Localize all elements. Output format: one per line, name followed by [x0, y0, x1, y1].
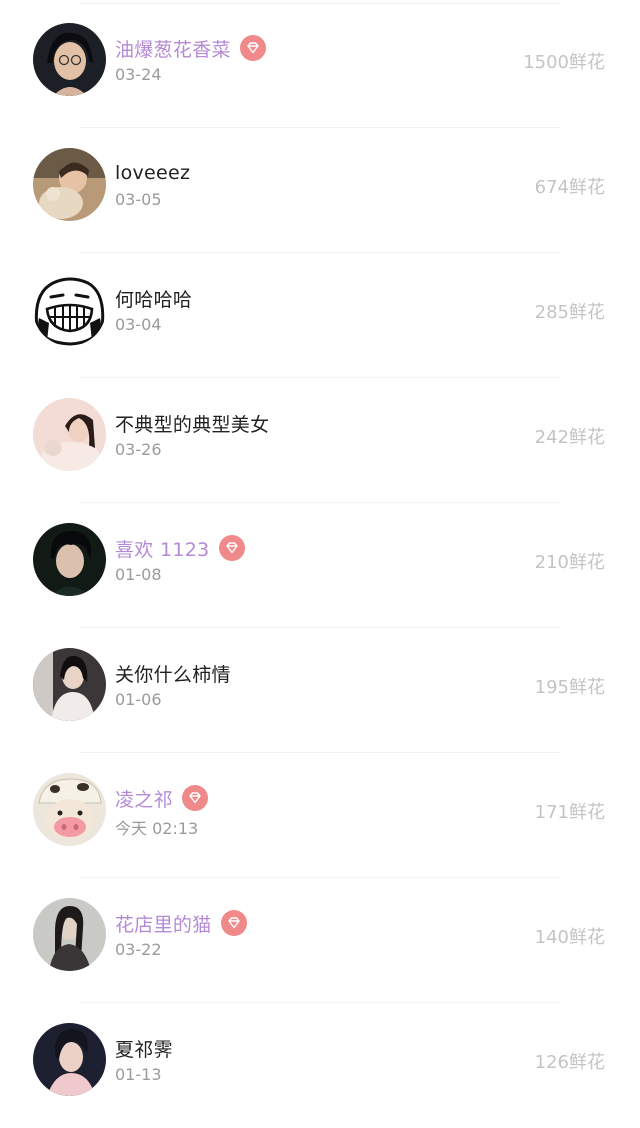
vip-diamond-icon [181, 785, 208, 811]
gift-date: 03-22 [115, 940, 162, 959]
flower-unit: 鲜花 [569, 52, 605, 73]
name-line: 花店里的猫 [115, 908, 247, 938]
name-line: 何哈哈哈 [115, 283, 192, 313]
flower-count-value: 285 [534, 302, 569, 323]
vip-diamond-icon [239, 35, 266, 61]
flower-unit: 鲜花 [569, 302, 605, 323]
avatar-photo-man-dark [33, 523, 106, 596]
gift-date: 今天 02:13 [115, 819, 199, 838]
flower-count: 210鲜花 [535, 548, 605, 574]
flower-unit: 鲜花 [569, 427, 605, 448]
avatar-photo-woman-gray [33, 898, 106, 971]
flower-unit: 鲜花 [569, 677, 605, 698]
avatar[interactable] [33, 398, 106, 471]
list-item[interactable]: 关你什么柿情 01-06 195鲜花 [0, 628, 640, 753]
user-name[interactable]: 关你什么柿情 [115, 660, 231, 687]
avatar-photo-woman-pink [33, 398, 106, 471]
list-item[interactable]: 油爆葱花香菜 03-24 1500鲜花 [0, 3, 640, 128]
vip-diamond-icon [218, 535, 245, 561]
user-name[interactable]: 花店里的猫 [115, 910, 212, 937]
avatar-cartoon-pig-hat [33, 773, 106, 846]
name-line: 油爆葱花香菜 [115, 33, 266, 63]
gift-date: 01-06 [115, 690, 162, 709]
list-item[interactable]: 夏祁霁 01-13 126鲜花 [0, 1003, 640, 1128]
flower-count-value: 140 [534, 927, 569, 948]
flower-unit: 鲜花 [569, 1052, 605, 1073]
flower-count-value: 674 [534, 177, 569, 198]
name-line: 夏祁霁 [115, 1033, 173, 1063]
avatar[interactable] [33, 523, 106, 596]
flower-count-value: 1500 [523, 52, 569, 73]
user-name[interactable]: 何哈哈哈 [115, 285, 192, 312]
avatar[interactable] [33, 23, 106, 96]
flower-count: 242鲜花 [535, 423, 605, 449]
list-item[interactable]: 不典型的典型美女 03-26 242鲜花 [0, 378, 640, 503]
avatar-photo-woman-glasses [33, 23, 106, 96]
flower-count-value: 210 [534, 552, 569, 573]
user-name[interactable]: 夏祁霁 [115, 1035, 173, 1062]
list-item[interactable]: 花店里的猫 03-22 140鲜花 [0, 878, 640, 1003]
flower-count: 171鲜花 [535, 798, 605, 824]
name-line: 喜欢 1123 [115, 533, 245, 563]
flower-count-value: 171 [534, 802, 569, 823]
flower-unit: 鲜花 [569, 552, 605, 573]
flower-count: 195鲜花 [535, 673, 605, 699]
user-name[interactable]: 喜欢 1123 [115, 535, 210, 562]
gift-date: 03-26 [115, 440, 162, 459]
avatar[interactable] [33, 273, 106, 346]
user-name[interactable]: 凌之祁 [115, 785, 173, 812]
flower-unit: 鲜花 [569, 177, 605, 198]
avatar-photo-man-pink [33, 1023, 106, 1096]
list-item[interactable]: loveeez 03-05 674鲜花 [0, 128, 640, 253]
vip-diamond-icon [220, 910, 247, 936]
list-item[interactable]: 凌之祁 今天 02:13 171鲜花 [0, 753, 640, 878]
flower-unit: 鲜花 [569, 802, 605, 823]
gift-date: 01-13 [115, 1065, 162, 1084]
user-name[interactable]: 不典型的典型美女 [115, 410, 269, 437]
user-name[interactable]: 油爆葱花香菜 [115, 35, 231, 62]
name-line: 凌之祁 [115, 783, 208, 813]
avatar[interactable] [33, 898, 106, 971]
flower-count: 140鲜花 [535, 923, 605, 949]
flower-count: 285鲜花 [535, 298, 605, 324]
avatar[interactable] [33, 648, 106, 721]
flower-count-value: 126 [534, 1052, 569, 1073]
avatar-grin-meme [33, 273, 106, 346]
avatar-photo-child-plush [33, 148, 106, 221]
flower-count-value: 242 [534, 427, 569, 448]
avatar-photo-woman-white [33, 648, 106, 721]
flower-count: 1500鲜花 [523, 48, 605, 74]
avatar[interactable] [33, 148, 106, 221]
gift-date: 01-08 [115, 565, 162, 584]
gift-date: 03-05 [115, 190, 162, 209]
flower-count: 126鲜花 [535, 1048, 605, 1074]
flower-unit: 鲜花 [569, 927, 605, 948]
name-line: loveeez [115, 158, 190, 188]
gift-date: 03-24 [115, 65, 162, 84]
list-item[interactable]: 喜欢 1123 01-08 210鲜花 [0, 503, 640, 628]
name-line: 不典型的典型美女 [115, 408, 269, 438]
gift-date: 03-04 [115, 315, 162, 334]
flower-count-value: 195 [534, 677, 569, 698]
name-line: 关你什么柿情 [115, 658, 231, 688]
flower-count: 674鲜花 [535, 173, 605, 199]
list-item[interactable]: 何哈哈哈 03-04 285鲜花 [0, 253, 640, 378]
avatar[interactable] [33, 1023, 106, 1096]
avatar[interactable] [33, 773, 106, 846]
user-name[interactable]: loveeez [115, 162, 190, 184]
